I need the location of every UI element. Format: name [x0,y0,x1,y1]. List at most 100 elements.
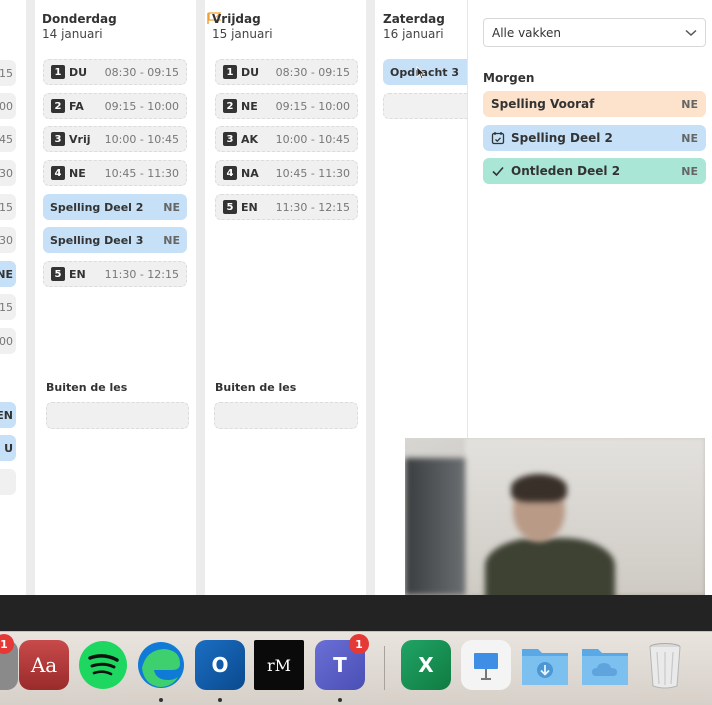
lesson-subject: EN [69,267,86,281]
lesson-slot[interactable]: 4 NE 10:45 - 11:30 [43,160,187,186]
black-bar [0,595,712,631]
lesson-subject: DU [69,65,88,79]
lesson-slot[interactable]: 4 NA 10:45 - 11:30 [215,160,358,186]
task-item[interactable]: Spelling Deel 2 NE [43,194,187,220]
column-divider [196,0,205,595]
lesson-slot[interactable]: 3 AK 10:00 - 10:45 [215,126,358,152]
sidebar-task-item[interactable]: Ontleden Deel 2 NE [483,158,706,184]
task-sidebar: Alle vakken Morgen Spelling Vooraf NE Sp… [467,0,712,440]
lesson-slot[interactable]: 1 DU 08:30 - 09:15 [43,59,187,85]
day-column-vrijdag: Vrijdag 15 januari 1 DU 08:30 - 09:15 2 … [205,0,365,595]
outside-class-slot[interactable] [46,402,189,429]
lesson-slot[interactable]: 1 DU 08:30 - 09:15 [215,59,358,85]
trash-app-icon[interactable] [640,640,690,690]
spotify-app-icon[interactable] [78,640,128,690]
period-number: 2 [223,99,237,113]
lesson-slot[interactable]: 5 EN 11:30 - 12:15 [43,261,187,287]
partial-slot[interactable]: 00 [0,328,16,354]
keynote-icon [474,653,498,680]
partial-task[interactable]: U [0,435,16,461]
keynote-app-icon[interactable] [461,640,511,690]
column-divider [366,0,375,595]
partial-slot[interactable] [0,469,16,495]
lesson-slot[interactable]: 3 Vrij 10:00 - 10:45 [43,126,187,152]
outside-class-slot[interactable] [214,402,358,429]
downloads-folder-svg [522,649,568,685]
lesson-time: 08:30 - 09:15 [104,65,179,79]
day-name: Donderdag [42,12,117,26]
period-number: 2 [51,99,65,113]
partial-slot[interactable]: 00 [0,93,16,119]
period-number: 3 [51,132,65,146]
lesson-time: 10:00 - 10:45 [275,132,350,146]
lesson-slot[interactable]: 5 EN 11:30 - 12:15 [215,194,358,220]
task-name: Spelling Deel 3 [50,233,144,247]
lesson-time: 09:15 - 10:00 [275,99,350,113]
lesson-subject: Vrij [69,132,91,146]
outlook-app-icon[interactable]: O [195,640,245,690]
task-subject: NE [163,200,180,214]
subject-filter-select[interactable]: Alle vakken [483,18,706,47]
lesson-time: 10:00 - 10:45 [104,132,179,146]
lesson-subject: EN [241,200,258,214]
dictionary-app-icon[interactable]: Aa [19,640,69,690]
lesson-subject: FA [69,99,84,113]
lesson-time: 10:45 - 11:30 [104,166,179,180]
partial-task[interactable]: NE [0,261,16,287]
sidebar-task-item[interactable]: Spelling Deel 2 NE [483,125,706,151]
lesson-subject: AK [241,132,259,146]
trash-icon [649,643,681,689]
lesson-subject: NA [241,166,259,180]
column-divider [26,0,35,595]
partial-task[interactable]: EN [0,402,16,428]
partial-slot[interactable]: 30 [0,227,16,253]
period-number: 5 [223,200,237,214]
sidebar-task-subject: NE [681,97,698,111]
spotify-icon [79,641,127,689]
period-number: 5 [51,267,65,281]
sidebar-task-item[interactable]: Spelling Vooraf NE [483,91,706,117]
partial-slot[interactable]: 15 [0,294,16,320]
checkmark-icon [492,166,504,177]
webcam-person-body [485,538,615,595]
webcam-person-hair [511,474,567,502]
lesson-subject: NE [69,166,86,180]
icloud-folder-icon[interactable] [580,640,630,690]
sidebar-heading: Morgen [483,71,535,85]
dock-separator [384,646,385,690]
partial-slot[interactable]: 45 [0,126,16,152]
lesson-subject: DU [241,65,260,79]
mouse-cursor-icon [416,66,426,80]
webcam-overlay[interactable] [405,438,705,595]
lesson-time: 08:30 - 09:15 [275,65,350,79]
period-number: 1 [223,65,237,79]
webcam-window [405,458,465,595]
partial-slot[interactable]: 15 [0,194,16,220]
sidebar-task-label: Spelling Deel 2 [511,131,613,145]
lesson-time: 11:30 - 12:15 [275,200,350,214]
remarkable-app-icon[interactable]: rM [254,640,304,690]
period-number: 4 [51,166,65,180]
excel-app-icon[interactable]: X [401,640,451,690]
task-item[interactable]: Spelling Deel 3 NE [43,227,187,253]
lesson-time: 10:45 - 11:30 [275,166,350,180]
running-indicator [338,698,342,702]
running-indicator [218,698,222,702]
icloud-folder-svg [582,649,628,685]
task-subject: NE [163,233,180,247]
lesson-slot[interactable]: 2 NE 09:15 - 10:00 [215,93,358,119]
partial-slot[interactable]: 30 [0,160,16,186]
lesson-time: 09:15 - 10:00 [104,99,179,113]
calendar-check-icon [491,132,505,145]
running-indicator [159,698,163,702]
sidebar-task-subject: NE [681,131,698,145]
partial-slot[interactable]: 15 [0,60,16,86]
lesson-time: 11:30 - 12:15 [104,267,179,281]
day-date: 16 januari [383,27,444,41]
day-date: 14 januari [42,27,103,41]
sidebar-task-subject: NE [681,164,698,178]
edge-app-icon[interactable] [136,640,186,690]
empty-slot[interactable] [383,93,467,119]
lesson-slot[interactable]: 2 FA 09:15 - 10:00 [43,93,187,119]
downloads-folder-icon[interactable] [520,640,570,690]
